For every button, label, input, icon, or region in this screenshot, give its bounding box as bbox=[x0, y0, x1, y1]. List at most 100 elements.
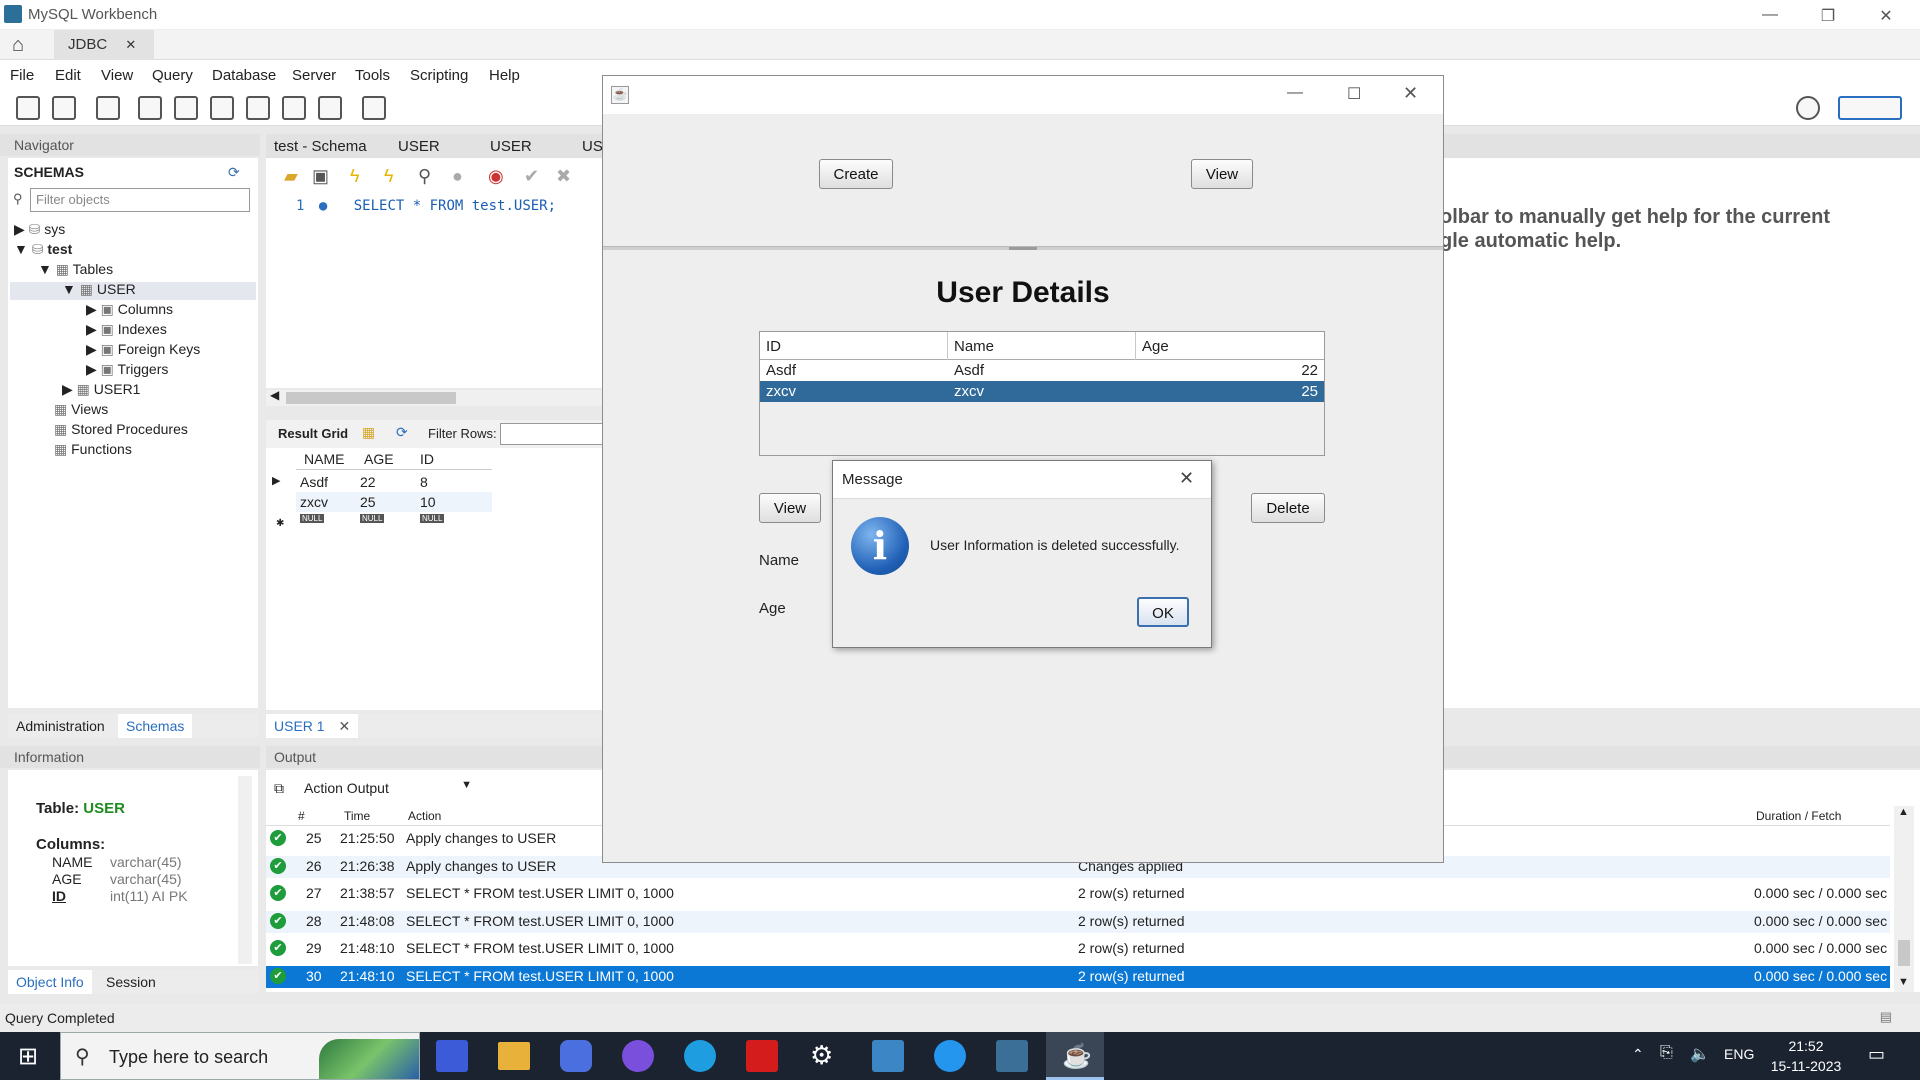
tab-administration[interactable]: Administration bbox=[16, 718, 105, 734]
menu-file[interactable]: File bbox=[10, 67, 34, 84]
view-top-button[interactable]: View bbox=[1191, 159, 1253, 189]
delete-button[interactable]: Delete bbox=[1251, 493, 1325, 523]
explain-icon[interactable]: ⚲ bbox=[418, 166, 431, 187]
settings-icon[interactable] bbox=[1796, 96, 1820, 120]
tree-item-user1[interactable]: ▶ ▦ USER1 bbox=[62, 381, 140, 398]
grid-row[interactable]: Asdf 22 8 bbox=[296, 472, 492, 492]
app-icon[interactable] bbox=[560, 1040, 592, 1072]
scroll-down-icon[interactable]: ▼ bbox=[1898, 976, 1909, 988]
open-file-icon[interactable]: ▰ bbox=[284, 166, 298, 187]
menu-server[interactable]: Server bbox=[292, 67, 336, 84]
chevron-down-icon[interactable]: ▼ bbox=[461, 779, 472, 791]
taskbar-search-box[interactable]: ⚲ Type here to search bbox=[60, 1032, 420, 1080]
create-button[interactable]: Create bbox=[819, 159, 893, 189]
menu-scripting[interactable]: Scripting bbox=[410, 67, 468, 84]
windows-start-icon[interactable]: ⊞ bbox=[18, 1042, 38, 1071]
java-maximize-icon[interactable]: ☐ bbox=[1347, 84, 1361, 104]
java-taskbar-button[interactable]: ☕ bbox=[1046, 1032, 1104, 1080]
network-icon[interactable]: ⎘ bbox=[1660, 1044, 1673, 1062]
grid-null-row[interactable]: NULL NULL NULL bbox=[296, 514, 492, 528]
close-tab-icon[interactable]: ✕ bbox=[125, 37, 136, 52]
output-row[interactable]: ✔ 29 21:48:10 SELECT * FROM test.USER LIMIT… bbox=[266, 938, 1890, 960]
language-indicator[interactable]: ENG bbox=[1724, 1046, 1754, 1062]
create-procedure-icon[interactable] bbox=[246, 96, 270, 120]
header-id[interactable]: ID bbox=[760, 332, 948, 360]
tab-test-schema[interactable]: test - Schema bbox=[274, 138, 367, 155]
tree-item-views[interactable]: ▦ Views bbox=[54, 401, 108, 418]
refresh-rows-icon[interactable]: ⟳ bbox=[396, 424, 408, 441]
ok-button[interactable]: OK bbox=[1137, 597, 1189, 627]
java-close-icon[interactable]: ✕ bbox=[1403, 83, 1418, 104]
create-view-icon[interactable] bbox=[210, 96, 234, 120]
panel-layout-icon[interactable] bbox=[1838, 96, 1902, 120]
tab-user-3[interactable]: US bbox=[582, 138, 603, 155]
edge-icon[interactable] bbox=[684, 1040, 716, 1072]
output-scroll-thumb[interactable] bbox=[1898, 940, 1910, 966]
output-row[interactable]: ✔ 30 21:48:10 SELECT * FROM test.USER LIMIT… bbox=[266, 965, 1890, 988]
tree-item-columns[interactable]: ▶ ▣ Columns bbox=[86, 301, 173, 318]
user-table-row-selected[interactable]: zxcv zxcv 25 bbox=[760, 381, 1324, 402]
tab-schemas[interactable]: Schemas bbox=[118, 714, 193, 738]
divider-grip-icon[interactable] bbox=[1009, 247, 1037, 250]
stop-icon[interactable]: ● bbox=[452, 166, 463, 187]
editor-hscrollbar[interactable]: ◀ bbox=[266, 388, 606, 406]
commit-icon[interactable]: ✔ bbox=[524, 166, 539, 187]
chrome-icon[interactable] bbox=[622, 1040, 654, 1072]
close-icon[interactable]: ✕ bbox=[1874, 6, 1898, 26]
vs-code-icon[interactable] bbox=[436, 1040, 468, 1072]
create-schema-icon[interactable] bbox=[138, 96, 162, 120]
create-table-icon[interactable] bbox=[174, 96, 198, 120]
search-table-data-icon[interactable] bbox=[318, 96, 342, 120]
save-icon[interactable]: ▣ bbox=[312, 166, 329, 187]
box-app-icon[interactable] bbox=[872, 1040, 904, 1072]
java-minimize-icon[interactable]: — bbox=[1287, 84, 1303, 102]
scroll-left-icon[interactable]: ◀ bbox=[270, 388, 279, 402]
filter-rows-input[interactable] bbox=[500, 423, 604, 445]
minimize-icon[interactable]: — bbox=[1758, 6, 1782, 24]
output-row[interactable]: ✔ 28 21:48:08 SELECT * FROM test.USER LIMIT… bbox=[266, 910, 1890, 933]
tree-item-foreign-keys[interactable]: ▶ ▣ Foreign Keys bbox=[86, 341, 200, 358]
tree-item-test[interactable]: ▼ ⛁ test bbox=[14, 241, 72, 258]
acrobat-icon[interactable] bbox=[746, 1040, 778, 1072]
grid-view-icon[interactable]: ▦ bbox=[362, 424, 375, 441]
menu-help[interactable]: Help bbox=[489, 67, 520, 84]
tree-item-user[interactable]: ▼ ▦ USER bbox=[62, 281, 136, 298]
scroll-up-icon[interactable]: ▲ bbox=[1898, 806, 1909, 818]
menu-view[interactable]: View bbox=[101, 67, 133, 84]
menu-edit[interactable]: Edit bbox=[55, 67, 81, 84]
restore-icon[interactable]: ❐ bbox=[1816, 6, 1840, 26]
tree-item-sys[interactable]: ▶ ⛁ sys bbox=[14, 221, 65, 238]
result-grid-label[interactable]: Result Grid bbox=[278, 426, 348, 441]
grid-row[interactable]: zxcv 25 10 bbox=[296, 492, 492, 512]
header-name[interactable]: Name bbox=[948, 332, 1136, 360]
tree-item-triggers[interactable]: ▶ ▣ Triggers bbox=[86, 361, 168, 378]
dialog-close-icon[interactable]: ✕ bbox=[1179, 468, 1194, 489]
taskbar-clock[interactable]: 21:52 15-11-2023 bbox=[1766, 1036, 1846, 1076]
close-result-tab-icon[interactable]: ✕ bbox=[338, 718, 350, 734]
tab-user-1-result[interactable]: USER 1 ✕ bbox=[266, 714, 359, 738]
view-button[interactable]: View bbox=[759, 493, 821, 523]
tab-user-2[interactable]: USER bbox=[490, 138, 532, 155]
header-age[interactable]: Age bbox=[1136, 332, 1324, 360]
scroll-thumb[interactable] bbox=[286, 392, 456, 404]
copy-output-icon[interactable]: ⧉ bbox=[274, 780, 284, 797]
create-function-icon[interactable] bbox=[282, 96, 306, 120]
output-row[interactable]: ✔ 27 21:38:57 SELECT * FROM test.USER LIMIT… bbox=[266, 883, 1890, 905]
notifications-icon[interactable]: ▭ bbox=[1868, 1044, 1885, 1065]
action-output-select[interactable]: Action Output ▼ bbox=[298, 776, 478, 800]
inspector-icon[interactable] bbox=[96, 96, 120, 120]
new-sql-tab-icon[interactable] bbox=[16, 96, 40, 120]
refresh-schemas-icon[interactable]: ⟳ bbox=[228, 164, 240, 181]
docker-icon[interactable] bbox=[934, 1040, 966, 1072]
tab-jdbc[interactable]: JDBC ✕ bbox=[54, 30, 154, 60]
open-sql-script-icon[interactable] bbox=[52, 96, 76, 120]
tab-user-1[interactable]: USER bbox=[398, 138, 440, 155]
user-table-row[interactable]: Asdf Asdf 22 bbox=[760, 360, 1324, 381]
menu-database[interactable]: Database bbox=[212, 67, 276, 84]
file-explorer-icon[interactable] bbox=[498, 1042, 530, 1070]
execute-icon[interactable]: ϟ bbox=[350, 166, 360, 187]
menu-tools[interactable]: Tools bbox=[355, 67, 390, 84]
home-icon[interactable]: ⌂ bbox=[12, 34, 40, 56]
tree-item-stored-procedures[interactable]: ▦ Stored Procedures bbox=[54, 421, 188, 438]
mysql-workbench-taskbar-icon[interactable] bbox=[996, 1040, 1028, 1072]
